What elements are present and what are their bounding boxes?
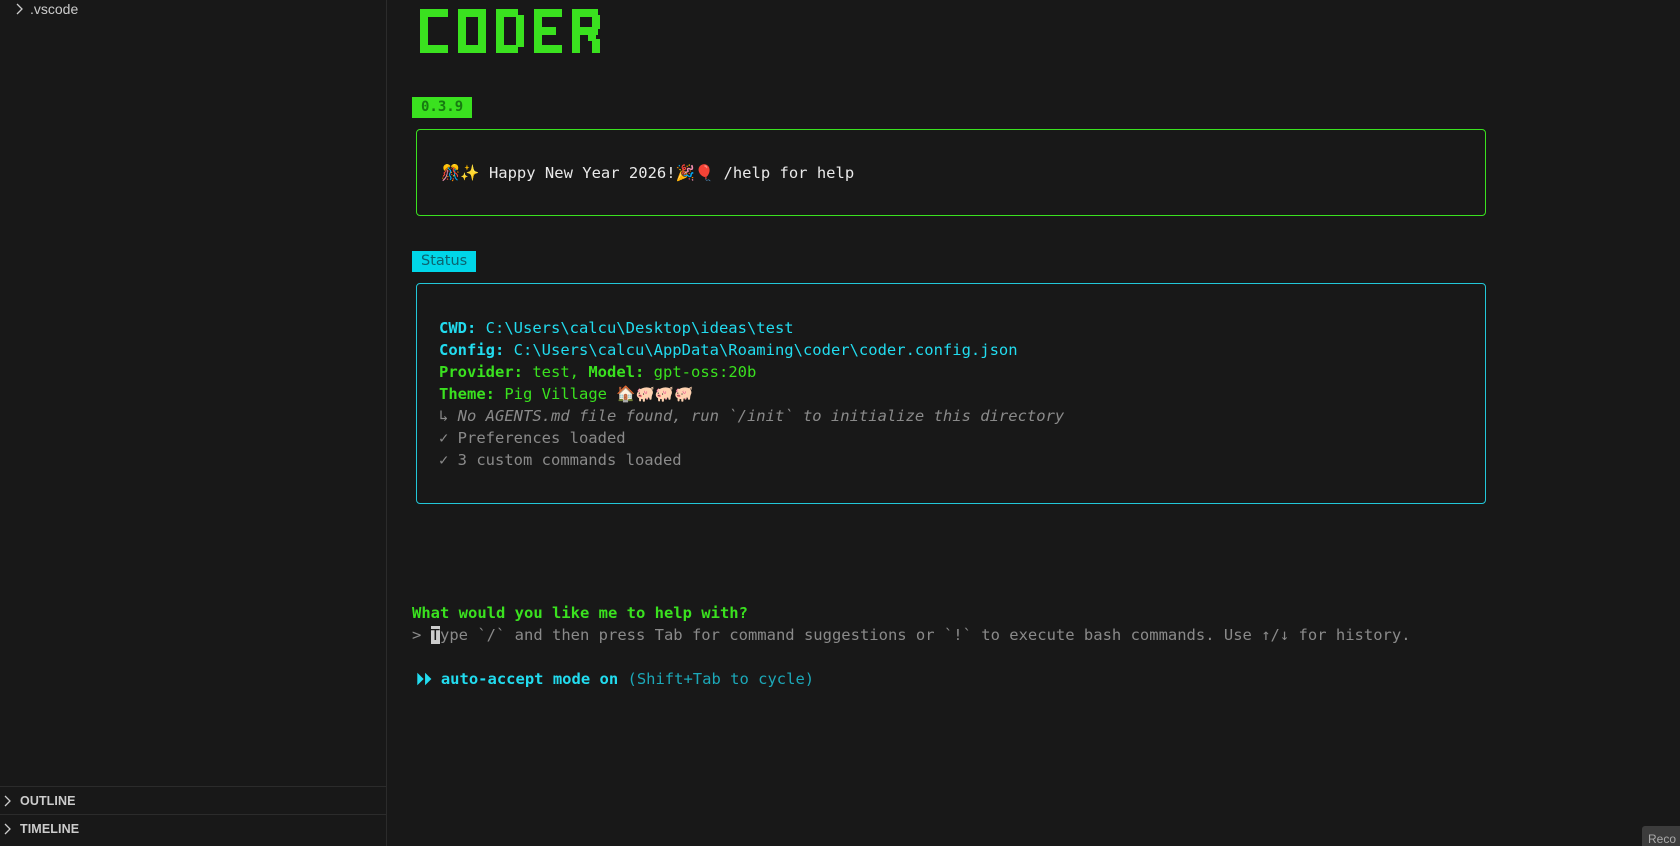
help-hint: /help for help [714,164,855,182]
command-input[interactable]: > Type `/` and then press Tab for comman… [412,626,1411,644]
section-timeline[interactable]: TIMELINE [0,814,386,842]
text-cursor: T [430,626,441,644]
welcome-box: 🎊✨ Happy New Year 2026!🎉🎈 /help for help [416,129,1486,216]
input-placeholder: ype `/` and then press Tab for command s… [440,626,1411,644]
theme-value: Pig Village [495,385,617,403]
theme-label: Theme: [439,385,495,403]
new-year-text: Happy New Year 2026! [479,164,676,182]
theme-line: Theme: Pig Village 🏠🐖🐖🐖 [439,383,1064,405]
agents-notice: ↳ No AGENTS.md file found, run `/init` t… [439,407,1065,425]
provider-value: test, [523,363,579,381]
section-timeline-label: TIMELINE [20,821,80,836]
mode-label: auto-accept mode on [431,670,628,688]
prompt-question: What would you like me to help with? [412,604,748,622]
config-label: Config: [439,341,505,359]
explorer-sidebar: .vscode OUTLINE TIMELINE [0,0,387,846]
corner-popup-tab[interactable]: Reco [1642,826,1680,846]
chevron-right-icon [2,795,18,807]
mode-hint: (Shift+Tab to cycle) [627,670,815,688]
config-value: C:\Users\calcu\AppData\Roaming\coder\cod… [504,341,1018,359]
party-balloon-emoji: 🎉🎈 [675,164,715,182]
status-badge: Status [412,251,477,272]
version-badge: 0.3.9 [412,97,473,118]
tree-item-vscode-folder[interactable]: .vscode [14,0,78,18]
preferences-loaded: ✓ Preferences loaded [439,429,626,447]
provider-label: Provider: [439,363,523,381]
cwd-label: CWD: [439,319,477,337]
config-line: Config: C:\Users\calcu\AppData\Roaming\c… [439,339,1064,361]
cwd-line: CWD: C:\Users\calcu\Desktop\ideas\test [439,317,1064,339]
chevron-right-icon [14,3,30,15]
coder-logo [420,5,610,59]
provider-line: Provider: test, Model: gpt-oss:20b [439,361,1064,383]
section-outline-label: OUTLINE [20,793,76,808]
status-box: CWD: C:\Users\calcu\Desktop\ideas\test C… [416,283,1486,504]
cwd-value: C:\Users\calcu\Desktop\ideas\test [476,319,794,337]
fast-forward-icon: ⏵⏵ [416,670,432,688]
chevron-right-icon [2,823,18,835]
confetti-sparkles-emoji: 🎊✨ [441,164,480,182]
terminal-panel[interactable]: 0.3.9 🎊✨ Happy New Year 2026!🎉🎈 /help fo… [387,0,1680,846]
tree-item-label: .vscode [30,1,79,17]
section-outline[interactable]: OUTLINE [0,786,386,814]
welcome-message: 🎊✨ Happy New Year 2026!🎉🎈 /help for help [441,164,854,182]
auto-accept-mode-indicator[interactable]: ⏵⏵ auto-accept mode on (Shift+Tab to cyc… [416,670,814,689]
model-value: gpt-oss:20b [644,363,757,381]
pig-village-emoji: 🏠🐖🐖🐖 [616,385,694,403]
app-window: .vscode OUTLINE TIMELINE 0.3.9 🎊✨ Happy … [0,0,1680,846]
prompt-symbol: > [412,626,431,644]
model-label: Model: [579,363,645,381]
commands-loaded: ✓ 3 custom commands loaded [439,451,682,469]
